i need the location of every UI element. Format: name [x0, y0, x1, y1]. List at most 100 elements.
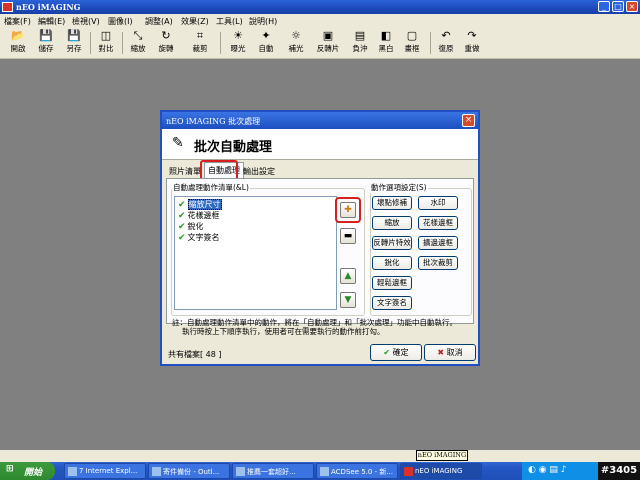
windows-logo-icon: ⊞ [6, 464, 14, 474]
action-reversal-film-button[interactable]: 反轉片特效 [372, 236, 412, 250]
move-down-button[interactable]: ▼ [340, 292, 356, 308]
tool-undo-button[interactable]: ↶ 復原 [432, 30, 460, 56]
tool-redo-button[interactable]: ↷ 重做 [458, 30, 486, 56]
task-internet-explorer[interactable]: 7 Internet Expl... [64, 463, 146, 479]
remove-action-button[interactable]: ▬ [340, 228, 356, 244]
reversal-film-icon: ▣ [322, 29, 334, 42]
save-icon: 💾 [39, 29, 53, 42]
action-watermark-button[interactable]: 水印 [418, 196, 458, 210]
toolbar-separator [122, 32, 123, 54]
tool-exposure-button[interactable]: ☀ 曝光 [224, 30, 252, 56]
action-options-label: 動作選項設定(S) [370, 182, 428, 193]
cancel-button[interactable]: ✖ 取消 [424, 344, 476, 361]
file-count: 共有檔案[ 48 ] [168, 350, 222, 359]
start-button[interactable]: ⊞ 開始 [0, 462, 55, 480]
action-easy-frame-button[interactable]: 輕鬆邊框 [372, 276, 412, 290]
save-as-icon: 💾 [67, 29, 81, 42]
watermark: #3405 [598, 462, 640, 480]
black-white-icon: ◧ [380, 29, 392, 42]
list-item[interactable]: ✔ 銳化 [178, 221, 204, 232]
tool-compare-button[interactable]: ◫ 對比 [92, 30, 120, 56]
tool-save-button[interactable]: 💾 儲存 [32, 30, 60, 56]
arrow-up-icon: ▲ [344, 271, 352, 281]
cross-process-icon: ▤ [354, 29, 366, 42]
menu-image[interactable]: 圖像(I) [108, 16, 133, 27]
tab-photo-list[interactable]: 照片清單 [166, 164, 204, 178]
menu-file[interactable]: 檔案(F) [4, 16, 31, 27]
compare-icon: ◫ [100, 29, 112, 42]
highlight-marker [335, 197, 361, 223]
task-browser[interactable]: 推薦一套超好... [232, 463, 314, 479]
action-dead-pixel-button[interactable]: 壞點修補 [372, 196, 412, 210]
menu-effects[interactable]: 效果(Z) [181, 16, 209, 27]
task-neo-imaging[interactable]: nEO iMAGING [400, 463, 482, 479]
menu-adjust[interactable]: 調整(A) [145, 16, 173, 27]
close-button[interactable]: × [626, 1, 638, 12]
tool-black-white-button[interactable]: ◧ 黑白 [372, 30, 400, 56]
action-sharpen-button[interactable]: 銳化 [372, 256, 412, 270]
ok-button[interactable]: ✔ 確定 [370, 344, 422, 361]
tool-crop-button[interactable]: ⌗ 裁剪 [186, 30, 214, 56]
horizontal-scrollbar[interactable] [0, 450, 640, 462]
list-item[interactable]: ✔ 花樣邊框 [178, 210, 220, 221]
resize-icon: ⤡ [133, 29, 143, 42]
maximize-button[interactable]: □ [612, 1, 624, 12]
tool-resize-button[interactable]: ⤡ 縮放 [124, 30, 152, 56]
app-icon[interactable] [2, 2, 13, 12]
dialog-heading: 批次自動處理 [194, 140, 273, 155]
app-title: nEO iMAGING [16, 2, 81, 12]
auto-icon: ✦ [261, 29, 271, 42]
check-icon[interactable]: ✔ [178, 200, 186, 210]
action-batch-crop-button[interactable]: 批次裁剪 [418, 256, 458, 270]
action-pattern-frame-button[interactable]: 花樣邊框 [418, 216, 458, 230]
frame-icon: ▢ [406, 29, 418, 42]
dialog-close-button[interactable]: × [462, 114, 475, 127]
arrow-down-icon: ▼ [344, 295, 352, 305]
browser-icon [236, 467, 245, 476]
toolbar: 📂 開啟 💾 儲存 💾 另存 ◫ 對比 ⤡ 縮放 ↻ 旋轉 ⌗ 裁剪 ☀ 曝光 ✦ 自動 ☼ 補光 … [0, 28, 640, 59]
exposure-icon: ☀ [233, 29, 243, 42]
action-extend-border-button[interactable]: 擴邊邊框 [418, 236, 458, 250]
dialog-title: nEO iMAGING 批次處理 [166, 117, 261, 126]
undo-icon: ↶ [441, 29, 451, 42]
action-text-signature-button[interactable]: 文字簽名 [372, 296, 412, 310]
app-title-bar: nEO iMAGING _ □ × [0, 0, 640, 14]
tool-fill-light-button[interactable]: ☼ 補光 [282, 30, 310, 56]
tool-frame-button[interactable]: ▢ 畫框 [398, 30, 426, 56]
list-item[interactable]: ✔ 縮放尺寸 [178, 199, 222, 210]
menu-edit[interactable]: 編輯(E) [38, 16, 65, 27]
open-folder-icon: 📂 [11, 29, 25, 42]
move-up-button[interactable]: ▲ [340, 268, 356, 284]
action-list-label: 自動處理動作清單(&L) [172, 182, 250, 193]
check-icon[interactable]: ✔ [178, 222, 186, 232]
action-resize-button[interactable]: 縮放 [372, 216, 412, 230]
check-icon[interactable]: ✔ [178, 211, 186, 221]
cancel-icon: ✖ [437, 348, 445, 357]
tool-reversal-film-button[interactable]: ▣ 反轉片 [312, 30, 344, 56]
tool-cross-process-button[interactable]: ▤ 負沖 [346, 30, 374, 56]
tab-output-settings[interactable]: 輸出設定 [240, 164, 278, 178]
ie-icon [68, 467, 77, 476]
minimize-button[interactable]: _ [598, 1, 610, 12]
tool-open-button[interactable]: 📂 開啟 [4, 30, 32, 56]
neo-imaging-icon [404, 467, 413, 476]
toolbar-separator [430, 32, 431, 54]
task-acdsee[interactable]: ACDSee 5.0 - 新... [316, 463, 398, 479]
tool-rotate-button[interactable]: ↻ 旋轉 [152, 30, 180, 56]
check-icon: ✔ [383, 348, 391, 357]
tool-save-as-button[interactable]: 💾 另存 [60, 30, 88, 56]
crop-icon: ⌗ [196, 29, 204, 42]
note-text: 註：自動處理動作清單中的動作，將在「自動處理」和「批次處理」功能中自動執行。 執… [172, 318, 457, 336]
task-outlook[interactable]: 寄件備份 - Outl... [148, 463, 230, 479]
toolbar-separator [220, 32, 221, 54]
menu-view[interactable]: 檢視(V) [72, 16, 100, 27]
action-listbox[interactable]: ✔ 縮放尺寸 ✔ 花樣邊框 ✔ 銳化 ✔ 文字簽名 [174, 196, 337, 310]
list-item[interactable]: ✔ 文字簽名 [178, 232, 220, 243]
tool-auto-button[interactable]: ✦ 自動 [252, 30, 280, 56]
menu-help[interactable]: 說明(H) [249, 16, 277, 27]
check-icon[interactable]: ✔ [178, 233, 186, 243]
tray-icons[interactable]: ◐ ◉ ▤ ♪ [528, 465, 567, 475]
toolbar-separator [90, 32, 91, 54]
minus-icon: ▬ [343, 231, 353, 241]
menu-tools[interactable]: 工具(L) [216, 16, 243, 27]
